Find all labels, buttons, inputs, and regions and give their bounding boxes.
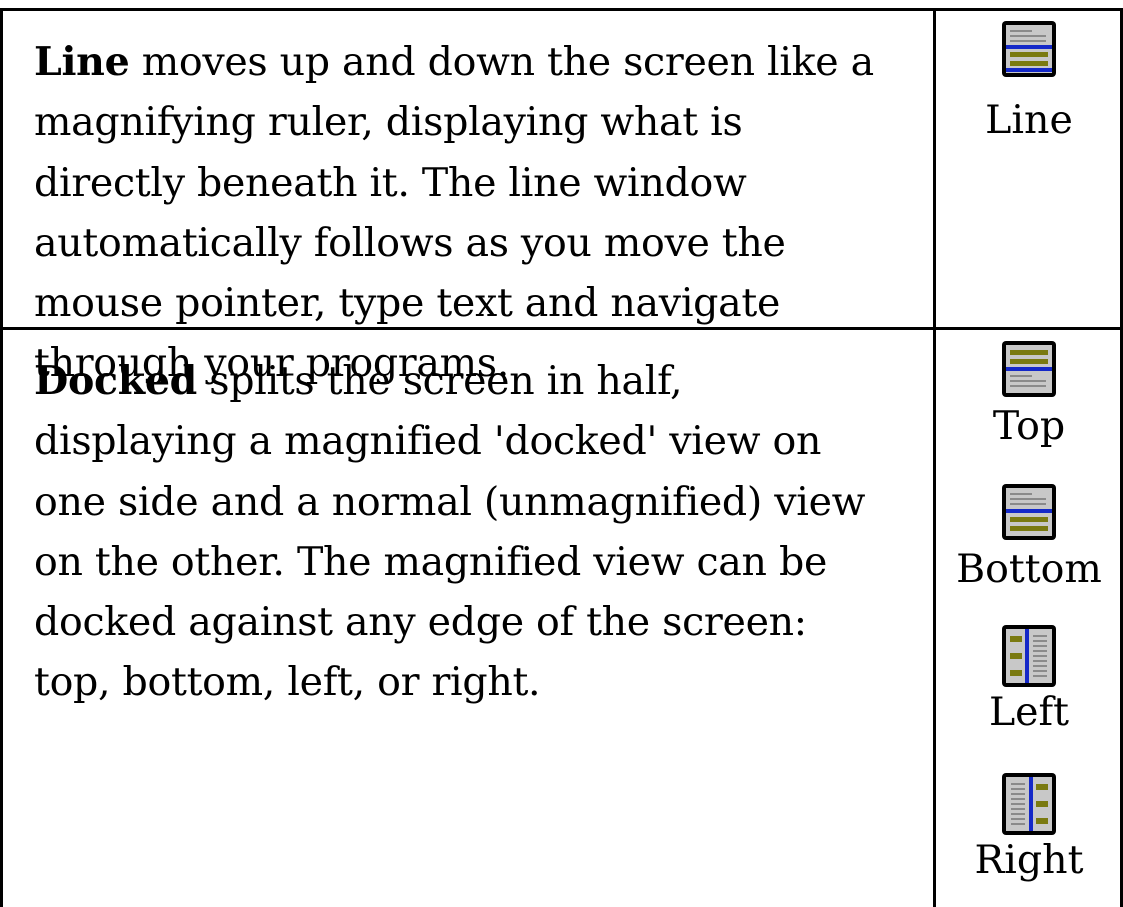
dock-right-caption: Right <box>974 837 1084 883</box>
line-mode-caption: Line <box>985 97 1073 143</box>
line-mode-term: Line <box>34 39 130 85</box>
docked-mode-text: splits the screen in half, displaying a … <box>34 358 866 706</box>
dock-top-icon <box>1002 341 1056 397</box>
dock-right-icon <box>1002 773 1056 835</box>
dock-bottom-option[interactable]: Bottom <box>935 482 1123 592</box>
line-mode-option[interactable]: Line <box>935 19 1123 143</box>
table-left-border <box>0 8 3 907</box>
dock-right-option[interactable]: Right <box>935 771 1123 883</box>
dock-top-caption: Top <box>992 403 1066 449</box>
dock-left-option[interactable]: Left <box>935 623 1123 735</box>
docked-mode-term: Docked <box>34 358 197 404</box>
docked-mode-description: Docked splits the screen in half, displa… <box>34 351 884 713</box>
dock-left-icon <box>1002 625 1056 687</box>
line-mode-text: moves up and down the screen like a magn… <box>34 39 874 387</box>
dock-bottom-icon <box>1002 484 1056 540</box>
dock-top-option[interactable]: Top <box>935 339 1123 449</box>
table-top-border <box>0 8 1123 11</box>
line-mode-icon <box>1002 21 1056 77</box>
dock-bottom-caption: Bottom <box>956 546 1102 592</box>
dock-left-caption: Left <box>988 689 1070 735</box>
line-mode-description: Line moves up and down the screen like a… <box>34 32 884 394</box>
